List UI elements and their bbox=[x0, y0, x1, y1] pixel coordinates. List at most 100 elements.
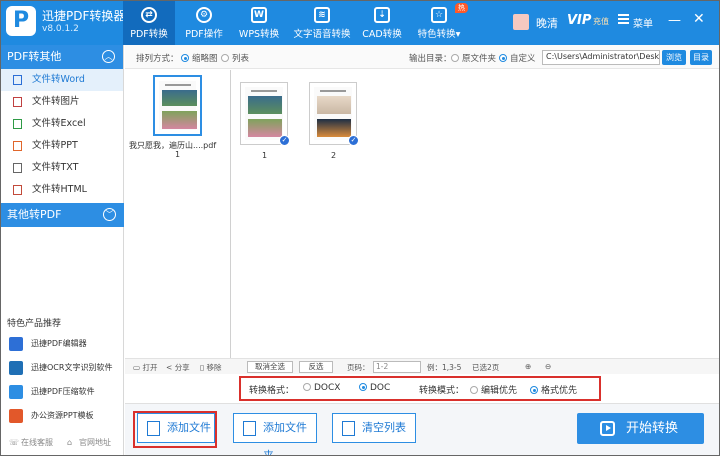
online-service-link[interactable]: 在线客服 bbox=[21, 431, 53, 455]
recommend-item[interactable]: 迅捷PDF编辑器 bbox=[1, 333, 124, 355]
ppt-template-icon bbox=[9, 409, 23, 423]
headset-icon: ☏ bbox=[9, 438, 20, 447]
recommend-item-label: 办公资源PPT模板 bbox=[31, 411, 94, 420]
page-range-input[interactable]: 1-2 bbox=[373, 361, 421, 373]
sunset-image bbox=[317, 119, 351, 137]
clear-list-label: 清空列表 bbox=[362, 421, 406, 434]
file-icon bbox=[147, 421, 160, 436]
tab-label: WPS转换 bbox=[238, 29, 280, 40]
recommend-item[interactable]: 迅捷OCR文字识别软件 bbox=[1, 357, 124, 379]
sidebar-item-html[interactable]: 文件转HTML bbox=[1, 179, 123, 201]
add-file-button[interactable]: 添加文件 bbox=[137, 413, 215, 443]
close-button[interactable]: ✕ bbox=[693, 11, 705, 27]
file-list-panel: 我只愿我，遍历山....pdf 1 bbox=[125, 70, 231, 358]
sidebar-item-image[interactable]: 文件转图片 bbox=[1, 91, 123, 113]
vip-logo[interactable]: VIP bbox=[567, 13, 591, 28]
mode-format-first-option[interactable]: 格式优先 bbox=[530, 383, 577, 396]
sidebar-item-ppt[interactable]: 文件转PPT bbox=[1, 135, 123, 157]
sidebar-group-other-to-pdf[interactable]: 其他转PDF ﹀ bbox=[1, 203, 124, 227]
format-label: 转换格式： bbox=[249, 386, 295, 396]
output-path-field[interactable]: C:\Users\Administrator\Desktop bbox=[542, 50, 660, 65]
view-thumbnail-label: 缩略图 bbox=[192, 54, 218, 64]
mode-format-first-label: 格式优先 bbox=[541, 386, 578, 396]
minimize-button[interactable]: — bbox=[668, 13, 681, 28]
app-version: v8.0.1.2 bbox=[42, 24, 79, 34]
tab-wps-convert[interactable]: W WPS转换 bbox=[233, 1, 285, 45]
radio-icon bbox=[470, 386, 478, 394]
sidebar-item-label: 文件转Word bbox=[32, 74, 85, 85]
sidebar-group-label: PDF转其他 bbox=[7, 50, 62, 63]
waveform-icon: ≋ bbox=[314, 7, 330, 23]
page-check-icon[interactable]: ✓ bbox=[348, 135, 359, 146]
text-line-icon bbox=[165, 84, 191, 86]
dropdown-caret-icon: ▾ bbox=[455, 29, 461, 40]
recommend-item[interactable]: 迅捷PDF压缩软件 bbox=[1, 381, 124, 403]
radio-icon bbox=[303, 383, 311, 391]
sidebar-item-word[interactable]: 文件转Word bbox=[1, 69, 123, 91]
open-button[interactable]: ▭ 打开 bbox=[133, 362, 157, 373]
format-doc-label: DOC bbox=[370, 383, 391, 393]
chevron-up-icon[interactable]: ︿ bbox=[102, 50, 115, 63]
sidebar-item-excel[interactable]: 文件转Excel bbox=[1, 113, 123, 135]
remove-button[interactable]: ▯ 移除 bbox=[200, 362, 222, 373]
open-dir-button[interactable]: 目录 bbox=[690, 50, 712, 65]
view-thumbnail-option[interactable]: 缩略图 bbox=[181, 52, 218, 64]
open-label: 打开 bbox=[142, 363, 158, 372]
ppt-file-icon bbox=[13, 141, 22, 151]
chevron-down-icon[interactable]: ﹀ bbox=[103, 208, 116, 221]
page-check-icon[interactable]: ✓ bbox=[279, 135, 290, 146]
page-range-example: 例：1,3-5 bbox=[427, 363, 462, 372]
zoom-in-icon[interactable]: ⊕ bbox=[525, 362, 531, 371]
sidebar-item-txt[interactable]: 文件转TXT bbox=[1, 157, 123, 179]
official-site-link[interactable]: 官网地址 bbox=[79, 431, 111, 455]
deselect-all-button[interactable]: 取消全选 bbox=[247, 361, 293, 373]
invert-selection-button[interactable]: 反选 bbox=[299, 361, 333, 373]
app-logo: P bbox=[6, 6, 36, 36]
sidebar-group-pdf-to-other[interactable]: PDF转其他 ︿ bbox=[1, 45, 123, 69]
zoom-out-icon[interactable]: ⊖ bbox=[545, 362, 551, 371]
menu-icon[interactable] bbox=[618, 14, 629, 25]
output-source-option[interactable]: 原文件夹 bbox=[451, 52, 496, 64]
view-list-option[interactable]: 列表 bbox=[221, 52, 249, 64]
clear-list-button[interactable]: 清空列表 bbox=[332, 413, 416, 443]
gift-icon: ☆ bbox=[431, 7, 447, 23]
compress-icon bbox=[9, 385, 23, 399]
format-doc-option[interactable]: DOC bbox=[359, 383, 390, 393]
folder-icon: ▭ bbox=[133, 363, 141, 372]
recommend-item[interactable]: 办公资源PPT模板 bbox=[1, 405, 124, 427]
html-file-icon bbox=[13, 185, 22, 195]
file-thumbnail[interactable] bbox=[153, 75, 202, 136]
share-button[interactable]: < 分享 bbox=[166, 362, 190, 373]
sidebar-item-label: 文件转HTML bbox=[32, 184, 87, 195]
tab-cad-convert[interactable]: ⇣ CAD转换 bbox=[357, 1, 407, 45]
sidebar: PDF转其他 ︿ 文件转Word 文件转图片 文件转Excel 文件转PPT 文… bbox=[1, 45, 124, 455]
action-bar: 添加文件 添加文件夹 清空列表 开始转换 bbox=[125, 403, 719, 455]
tab-pdf-operate[interactable]: ⚙ PDF操作 bbox=[179, 1, 229, 45]
page-preview bbox=[245, 87, 283, 140]
username[interactable]: 晚清 bbox=[536, 15, 558, 31]
page-number: 2 bbox=[331, 151, 337, 160]
start-convert-button[interactable]: 开始转换 bbox=[577, 413, 704, 444]
tab-pdf-convert[interactable]: ⇄ PDF转换 bbox=[123, 1, 175, 45]
add-folder-button[interactable]: 添加文件夹 bbox=[233, 413, 317, 455]
radio-icon bbox=[530, 386, 538, 394]
format-docx-option[interactable]: DOCX bbox=[303, 383, 340, 393]
add-file-label: 添加文件 bbox=[167, 421, 211, 434]
gear-icon: ⚙ bbox=[196, 7, 212, 23]
avatar[interactable] bbox=[513, 14, 529, 30]
word-file-icon bbox=[13, 75, 22, 85]
menu-button[interactable]: 菜单 bbox=[633, 15, 653, 30]
output-custom-option[interactable]: 自定义 bbox=[499, 52, 536, 64]
ocr-icon bbox=[9, 361, 23, 375]
top-bar: P 迅捷PDF转换器 v8.0.1.2 ⇄ PDF转换 ⚙ PDF操作 W WP… bbox=[1, 1, 719, 45]
remove-label: 移除 bbox=[206, 363, 222, 372]
excel-file-icon bbox=[13, 119, 22, 129]
vip-recharge-link[interactable]: 充值 bbox=[593, 16, 609, 27]
browse-button[interactable]: 浏览 bbox=[662, 50, 686, 65]
app-window: P 迅捷PDF转换器 v8.0.1.2 ⇄ PDF转换 ⚙ PDF操作 W WP… bbox=[0, 0, 720, 456]
tab-text-speech[interactable]: ≋ 文字语音转换 bbox=[291, 1, 353, 45]
recommend-item-label: 迅捷OCR文字识别软件 bbox=[31, 363, 113, 372]
app-title: 迅捷PDF转换器 bbox=[42, 9, 126, 23]
landscape-image bbox=[162, 90, 197, 106]
mode-edit-first-option[interactable]: 编辑优先 bbox=[470, 383, 517, 396]
